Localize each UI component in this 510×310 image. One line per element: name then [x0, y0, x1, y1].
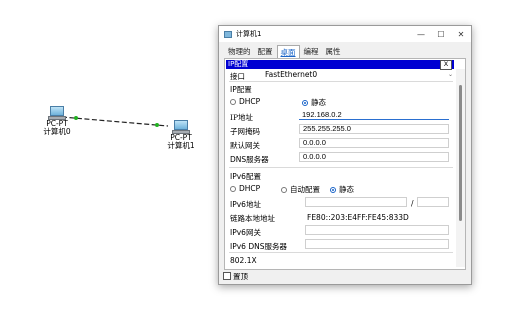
device-window: 计算机1 — ☐ ✕ 物理的 配置 桌面 编程 属性 IP配置 X 接口 Fas…: [218, 25, 472, 285]
pc-icon: [48, 106, 66, 120]
link-local-value: FE80::203:E4FF:FE45:833D: [307, 213, 409, 222]
interface-value: FastEthernet0: [265, 70, 318, 79]
link-status-light-pc1: [155, 123, 159, 127]
ip-config-close-button[interactable]: X: [440, 60, 452, 70]
pc1-name: 计算机1: [167, 141, 195, 150]
dhcp-label: DHCP: [239, 97, 261, 106]
ip-config-panel: IP配置 X 接口 FastEthernet0 ⌄ IP配置 DHCP 静态 I…: [224, 58, 466, 270]
radio-icon: [281, 187, 287, 193]
window-title: 计算机1: [236, 30, 262, 38]
ipv6-dhcp-label: DHCP: [239, 184, 261, 193]
subnet-mask-label: 子网掩码: [230, 127, 260, 136]
always-on-top-label: 置顶: [233, 272, 248, 281]
prefix-separator: /: [411, 199, 414, 208]
pc-icon: [172, 120, 190, 134]
gateway-label: 默认网关: [230, 141, 260, 150]
gateway-input[interactable]: [299, 138, 449, 148]
ipv6-dns-label: IPv6 DNS服务器: [230, 242, 287, 251]
dhcp-radio[interactable]: DHCP: [230, 97, 260, 106]
radio-selected-icon: [330, 187, 336, 193]
dot1x-section-title: 802.1X: [230, 256, 257, 265]
ip-config-title: IP配置: [228, 60, 249, 68]
maximize-button[interactable]: ☐: [431, 26, 451, 42]
close-button[interactable]: ✕: [451, 26, 471, 42]
dns-server-input[interactable]: [299, 152, 449, 162]
pc0-device[interactable]: PC-PT 计算机0: [38, 106, 76, 136]
static-radio[interactable]: 静态: [302, 97, 326, 108]
always-on-top-checkbox[interactable]: 置顶: [223, 271, 248, 282]
ipv6-dns-input[interactable]: [305, 239, 449, 249]
ipv6-static-radio[interactable]: 静态: [330, 184, 354, 195]
ipv6-prefix-input[interactable]: [417, 197, 449, 207]
ipv6-gateway-input[interactable]: [305, 225, 449, 235]
radio-selected-icon: [302, 100, 308, 106]
minimize-button[interactable]: —: [411, 26, 431, 42]
ipv6-address-label: IPv6地址: [230, 200, 261, 209]
interface-select[interactable]: FastEthernet0 ⌄: [265, 70, 455, 80]
static-label: 静态: [311, 98, 326, 107]
radio-icon: [230, 99, 236, 105]
pc1-device[interactable]: PC-PT 计算机1: [162, 120, 200, 150]
ip-address-label: IP地址: [230, 113, 254, 122]
ip-config-header: IP配置 X: [226, 60, 454, 70]
radio-icon: [230, 186, 236, 192]
ipv6-gateway-label: IPv6网关: [230, 228, 261, 237]
scrollbar[interactable]: [456, 69, 465, 267]
checkbox-icon: [223, 272, 231, 280]
ipv6-section-title: IPv6配置: [230, 172, 261, 181]
ipv6-auto-label: 自动配置: [290, 185, 320, 194]
ipv6-static-label: 静态: [339, 185, 354, 194]
dns-server-label: DNS服务器: [230, 155, 269, 164]
scrollbar-thumb[interactable]: [459, 85, 462, 221]
pc0-name: 计算机0: [43, 127, 71, 136]
ipv4-section-title: IP配置: [230, 85, 252, 94]
ip-address-input[interactable]: [299, 110, 449, 120]
ipv6-address-input[interactable]: [305, 197, 407, 207]
link-local-label: 链路本地地址: [230, 214, 275, 223]
app-icon: [224, 30, 232, 38]
subnet-mask-input[interactable]: [299, 124, 449, 134]
ipv6-auto-radio[interactable]: 自动配置: [281, 184, 320, 195]
title-bar[interactable]: 计算机1 — ☐ ✕: [219, 26, 471, 42]
ipv6-dhcp-radio[interactable]: DHCP: [230, 184, 260, 193]
chevron-down-icon: ⌄: [447, 71, 453, 78]
